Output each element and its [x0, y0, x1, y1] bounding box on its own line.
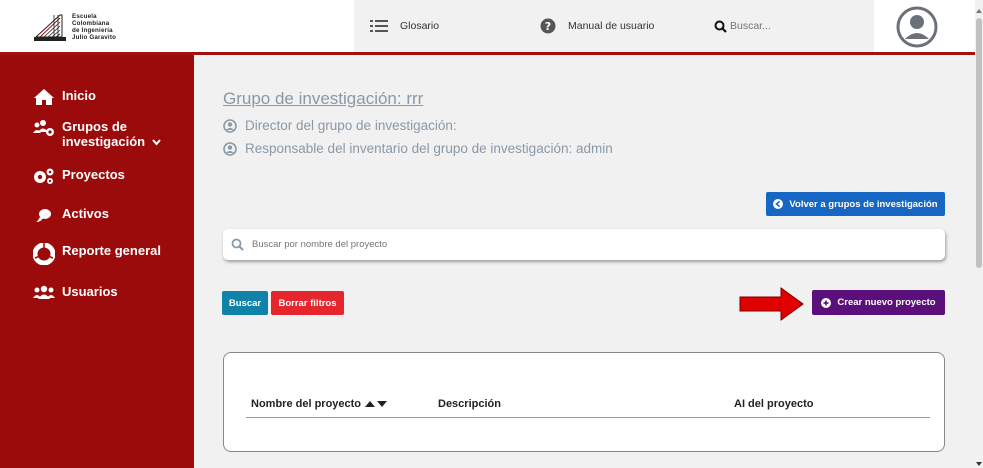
- user-circle-icon: [223, 141, 237, 156]
- column-header-label: Descripción: [438, 398, 501, 410]
- users-icon: [32, 284, 56, 300]
- header-search[interactable]: [698, 0, 874, 52]
- responsable-info: Responsable del inventario del grupo de …: [223, 141, 613, 156]
- sidebar-item-activos[interactable]: Activos: [32, 206, 109, 224]
- column-header-descripcion: Descripción: [438, 398, 501, 410]
- scrollbar-thumb[interactable]: [976, 18, 982, 268]
- sidebar-item-label: Reporte general: [62, 243, 161, 258]
- chart-donut-icon: [32, 243, 56, 265]
- sidebar-item-label: Activos: [62, 206, 109, 221]
- column-header-ai: AI del proyecto: [734, 398, 813, 410]
- sidebar-item-label: Grupos de investigación: [62, 119, 162, 149]
- column-header-label: Nombre del proyecto: [251, 398, 362, 410]
- sort-icon[interactable]: [365, 400, 388, 408]
- arrow-left-circle-icon: [773, 199, 784, 209]
- responsable-label: Responsable del inventario del grupo de …: [245, 141, 613, 156]
- nav-manual-label: Manual de usuario: [568, 20, 655, 32]
- cogs-icon: [32, 167, 56, 185]
- page-title[interactable]: Grupo de investigación: rrr: [223, 89, 423, 109]
- sidebar-item-proyectos[interactable]: Proyectos: [32, 167, 125, 185]
- pepper-icon: [32, 206, 56, 224]
- chevron-down-icon: [151, 134, 161, 149]
- sidebar-item-reporte[interactable]: Reporte general: [32, 243, 161, 265]
- column-header-label: AI del proyecto: [734, 398, 814, 410]
- search-icon: [714, 20, 727, 33]
- logo-text: Escuela Colombiana de Ingeniería Julio G…: [72, 13, 116, 41]
- user-circle-icon: [223, 118, 237, 133]
- sidebar: Inicio Grupos de investigación Proyectos…: [0, 55, 194, 468]
- user-circle-icon[interactable]: [896, 6, 938, 48]
- director-label: Director del grupo de investigación:: [245, 118, 457, 133]
- buscar-button[interactable]: Buscar: [222, 291, 268, 315]
- borrar-filtros-button[interactable]: Borrar filtros: [271, 291, 344, 315]
- red-arrow-annotation: [739, 287, 805, 321]
- logo-line: Colombiana: [72, 20, 110, 27]
- sidebar-item-grupos-text: Grupos de investigación: [62, 119, 146, 149]
- sidebar-item-label: Proyectos: [62, 167, 125, 182]
- scroll-up-arrow-icon[interactable]: [976, 2, 982, 13]
- crear-proyecto-button[interactable]: Crear nuevo proyecto: [812, 290, 945, 315]
- director-info: Director del grupo de investigación:: [223, 118, 457, 133]
- logo-line: de Ingeniería: [72, 27, 113, 34]
- home-icon: [32, 88, 56, 106]
- nav-manual-usuario[interactable]: ? Manual de usuario: [526, 0, 698, 52]
- table-header-divider: [246, 417, 930, 418]
- logo-mark-icon: [32, 9, 68, 45]
- projects-table: Nombre del proyecto Descripción AI del p…: [223, 352, 945, 452]
- sidebar-item-inicio[interactable]: Inicio: [32, 88, 96, 106]
- help-icon: ?: [540, 18, 556, 34]
- escuela-logo[interactable]: Escuela Colombiana de Ingeniería Julio G…: [32, 6, 172, 48]
- column-header-nombre[interactable]: Nombre del proyecto: [251, 398, 388, 410]
- sidebar-item-grupos[interactable]: Grupos de investigación: [32, 119, 162, 149]
- crear-button-label: Crear nuevo proyecto: [837, 297, 936, 308]
- volver-button[interactable]: Volver a grupos de investigación: [766, 192, 945, 216]
- buscar-button-label: Buscar: [228, 297, 262, 309]
- project-search-box[interactable]: [223, 229, 945, 260]
- plus-circle-icon: [821, 297, 832, 308]
- sidebar-item-usuarios[interactable]: Usuarios: [32, 284, 118, 300]
- main-content: Grupo de investigación: rrr Director del…: [194, 55, 975, 468]
- volver-button-label: Volver a grupos de investigación: [789, 198, 938, 210]
- svg-text:?: ?: [545, 20, 551, 33]
- nav-glosario[interactable]: Glosario: [354, 0, 526, 52]
- project-search-input[interactable]: [252, 239, 852, 250]
- search-icon: [231, 238, 244, 251]
- scroll-down-arrow-icon[interactable]: [976, 455, 982, 466]
- logo-line: Escuela: [72, 13, 97, 20]
- borrar-button-label: Borrar filtros: [278, 297, 337, 309]
- sidebar-item-label: Usuarios: [62, 284, 118, 299]
- top-bar: Escuela Colombiana de Ingeniería Julio G…: [0, 0, 975, 52]
- logo-line: Julio Garavito: [72, 34, 117, 41]
- nav-glosario-label: Glosario: [400, 20, 440, 32]
- header-search-input[interactable]: [730, 20, 850, 32]
- sidebar-item-label: Inicio: [62, 88, 96, 103]
- list-icon: [370, 19, 388, 33]
- users-cog-icon: [32, 119, 56, 137]
